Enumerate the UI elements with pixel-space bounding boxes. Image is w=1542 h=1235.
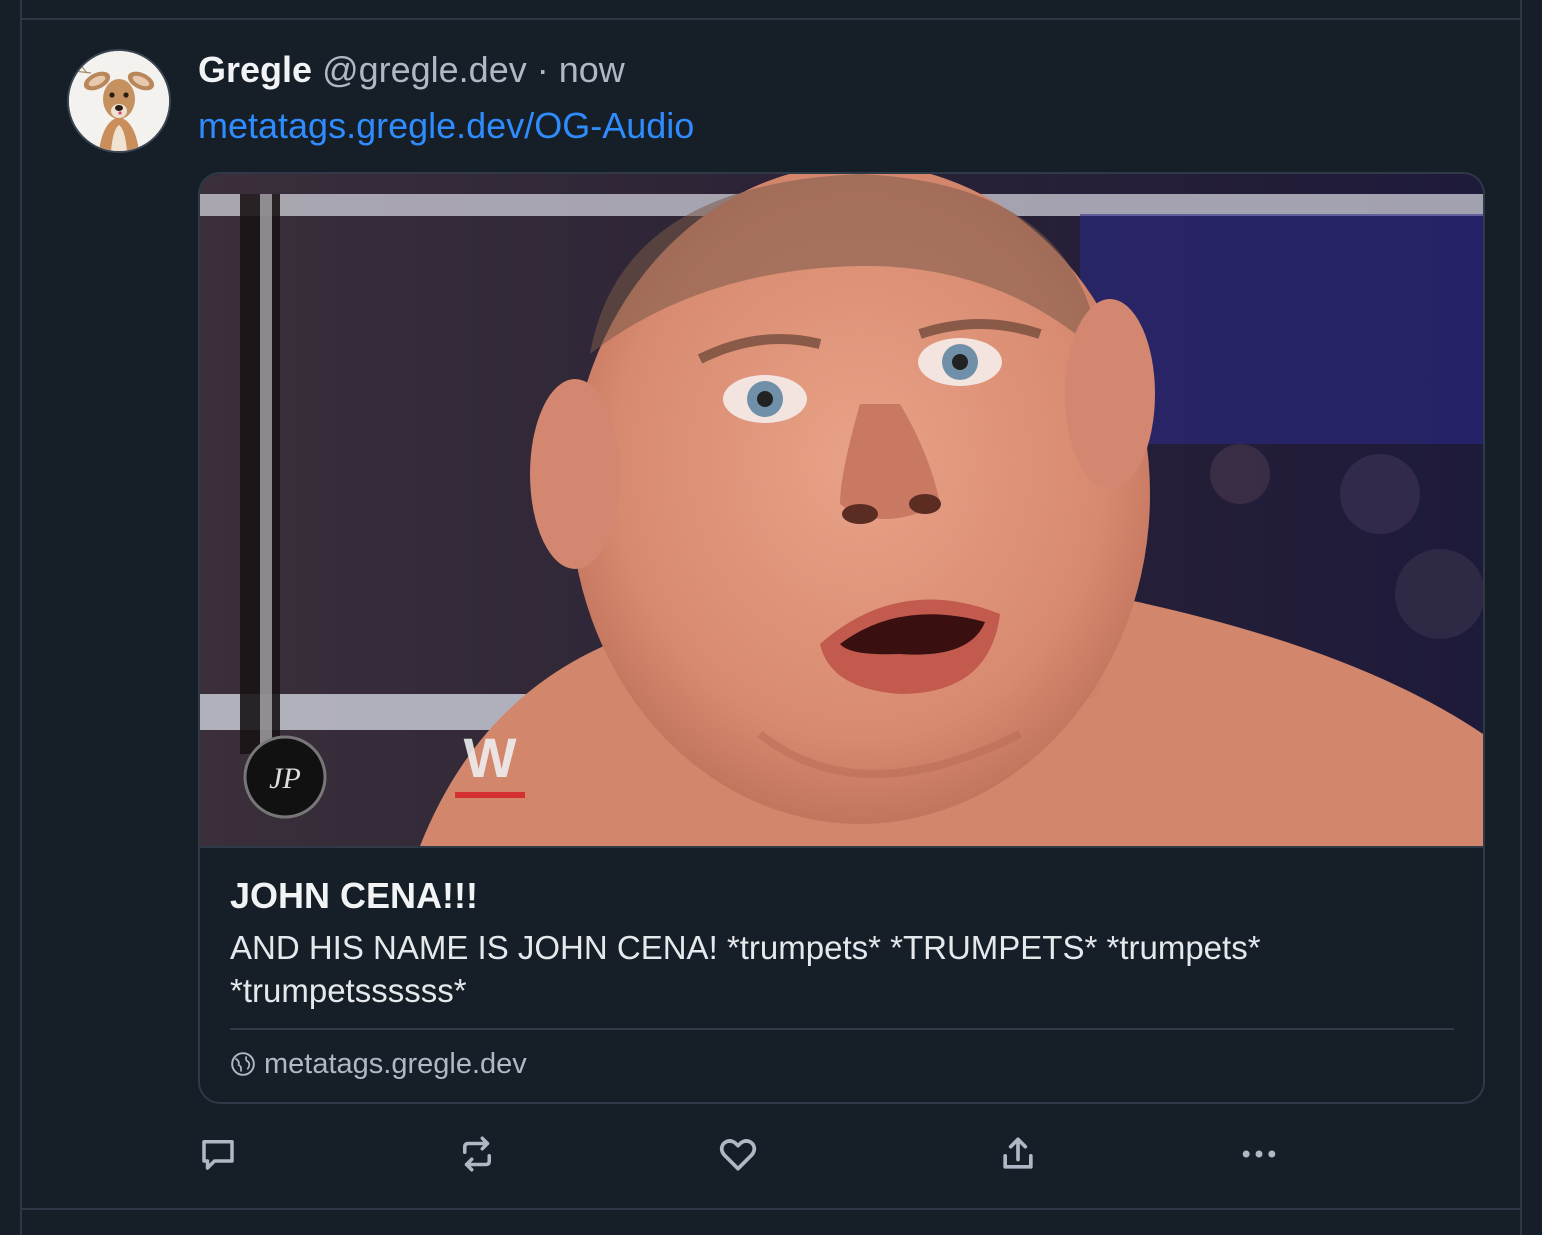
repost-icon — [463, 1136, 491, 1172]
author-avatar[interactable] — [67, 49, 171, 153]
link-preview-card[interactable]: JP W JOHN CENA!!! AND HIS NAME IS JOHN C… — [198, 172, 1485, 1104]
author-handle[interactable]: @gregle.dev — [322, 49, 527, 90]
post-bottom-divider — [20, 1208, 1522, 1210]
author-name[interactable]: Gregle — [198, 49, 312, 90]
reply-icon — [202, 1140, 234, 1170]
wrestler-photo: JP W — [200, 174, 1483, 846]
post-header: Gregle @gregle.dev · now — [198, 48, 625, 92]
repost-button[interactable] — [453, 1130, 501, 1178]
svg-text:JP: JP — [269, 762, 301, 795]
share-button[interactable] — [994, 1130, 1042, 1178]
like-icon — [719, 1139, 757, 1171]
more-icon — [1242, 1150, 1276, 1158]
deer-avatar-image — [69, 51, 169, 151]
post-top-divider — [20, 18, 1522, 20]
link-preview-domain-row: metatags.gregle.dev — [230, 1046, 527, 1082]
header-separator: · — [536, 49, 549, 90]
wwe-watermark: W — [464, 726, 517, 789]
link-preview-divider — [230, 1028, 1454, 1030]
reply-button[interactable] — [194, 1130, 242, 1178]
like-button[interactable] — [714, 1130, 762, 1178]
post-link[interactable]: metatags.gregle.dev/OG-Audio — [198, 104, 694, 148]
share-icon — [1003, 1137, 1033, 1169]
post-timestamp[interactable]: now — [559, 49, 625, 90]
link-preview-domain: metatags.gregle.dev — [264, 1048, 527, 1080]
link-preview-description: AND HIS NAME IS JOHN CENA! *trumpets* *T… — [230, 929, 1261, 1009]
more-options-button[interactable] — [1235, 1130, 1283, 1178]
link-preview-image: JP W — [200, 174, 1483, 848]
link-preview-title: JOHN CENA!!! — [230, 875, 478, 916]
globe-icon — [230, 1051, 256, 1077]
